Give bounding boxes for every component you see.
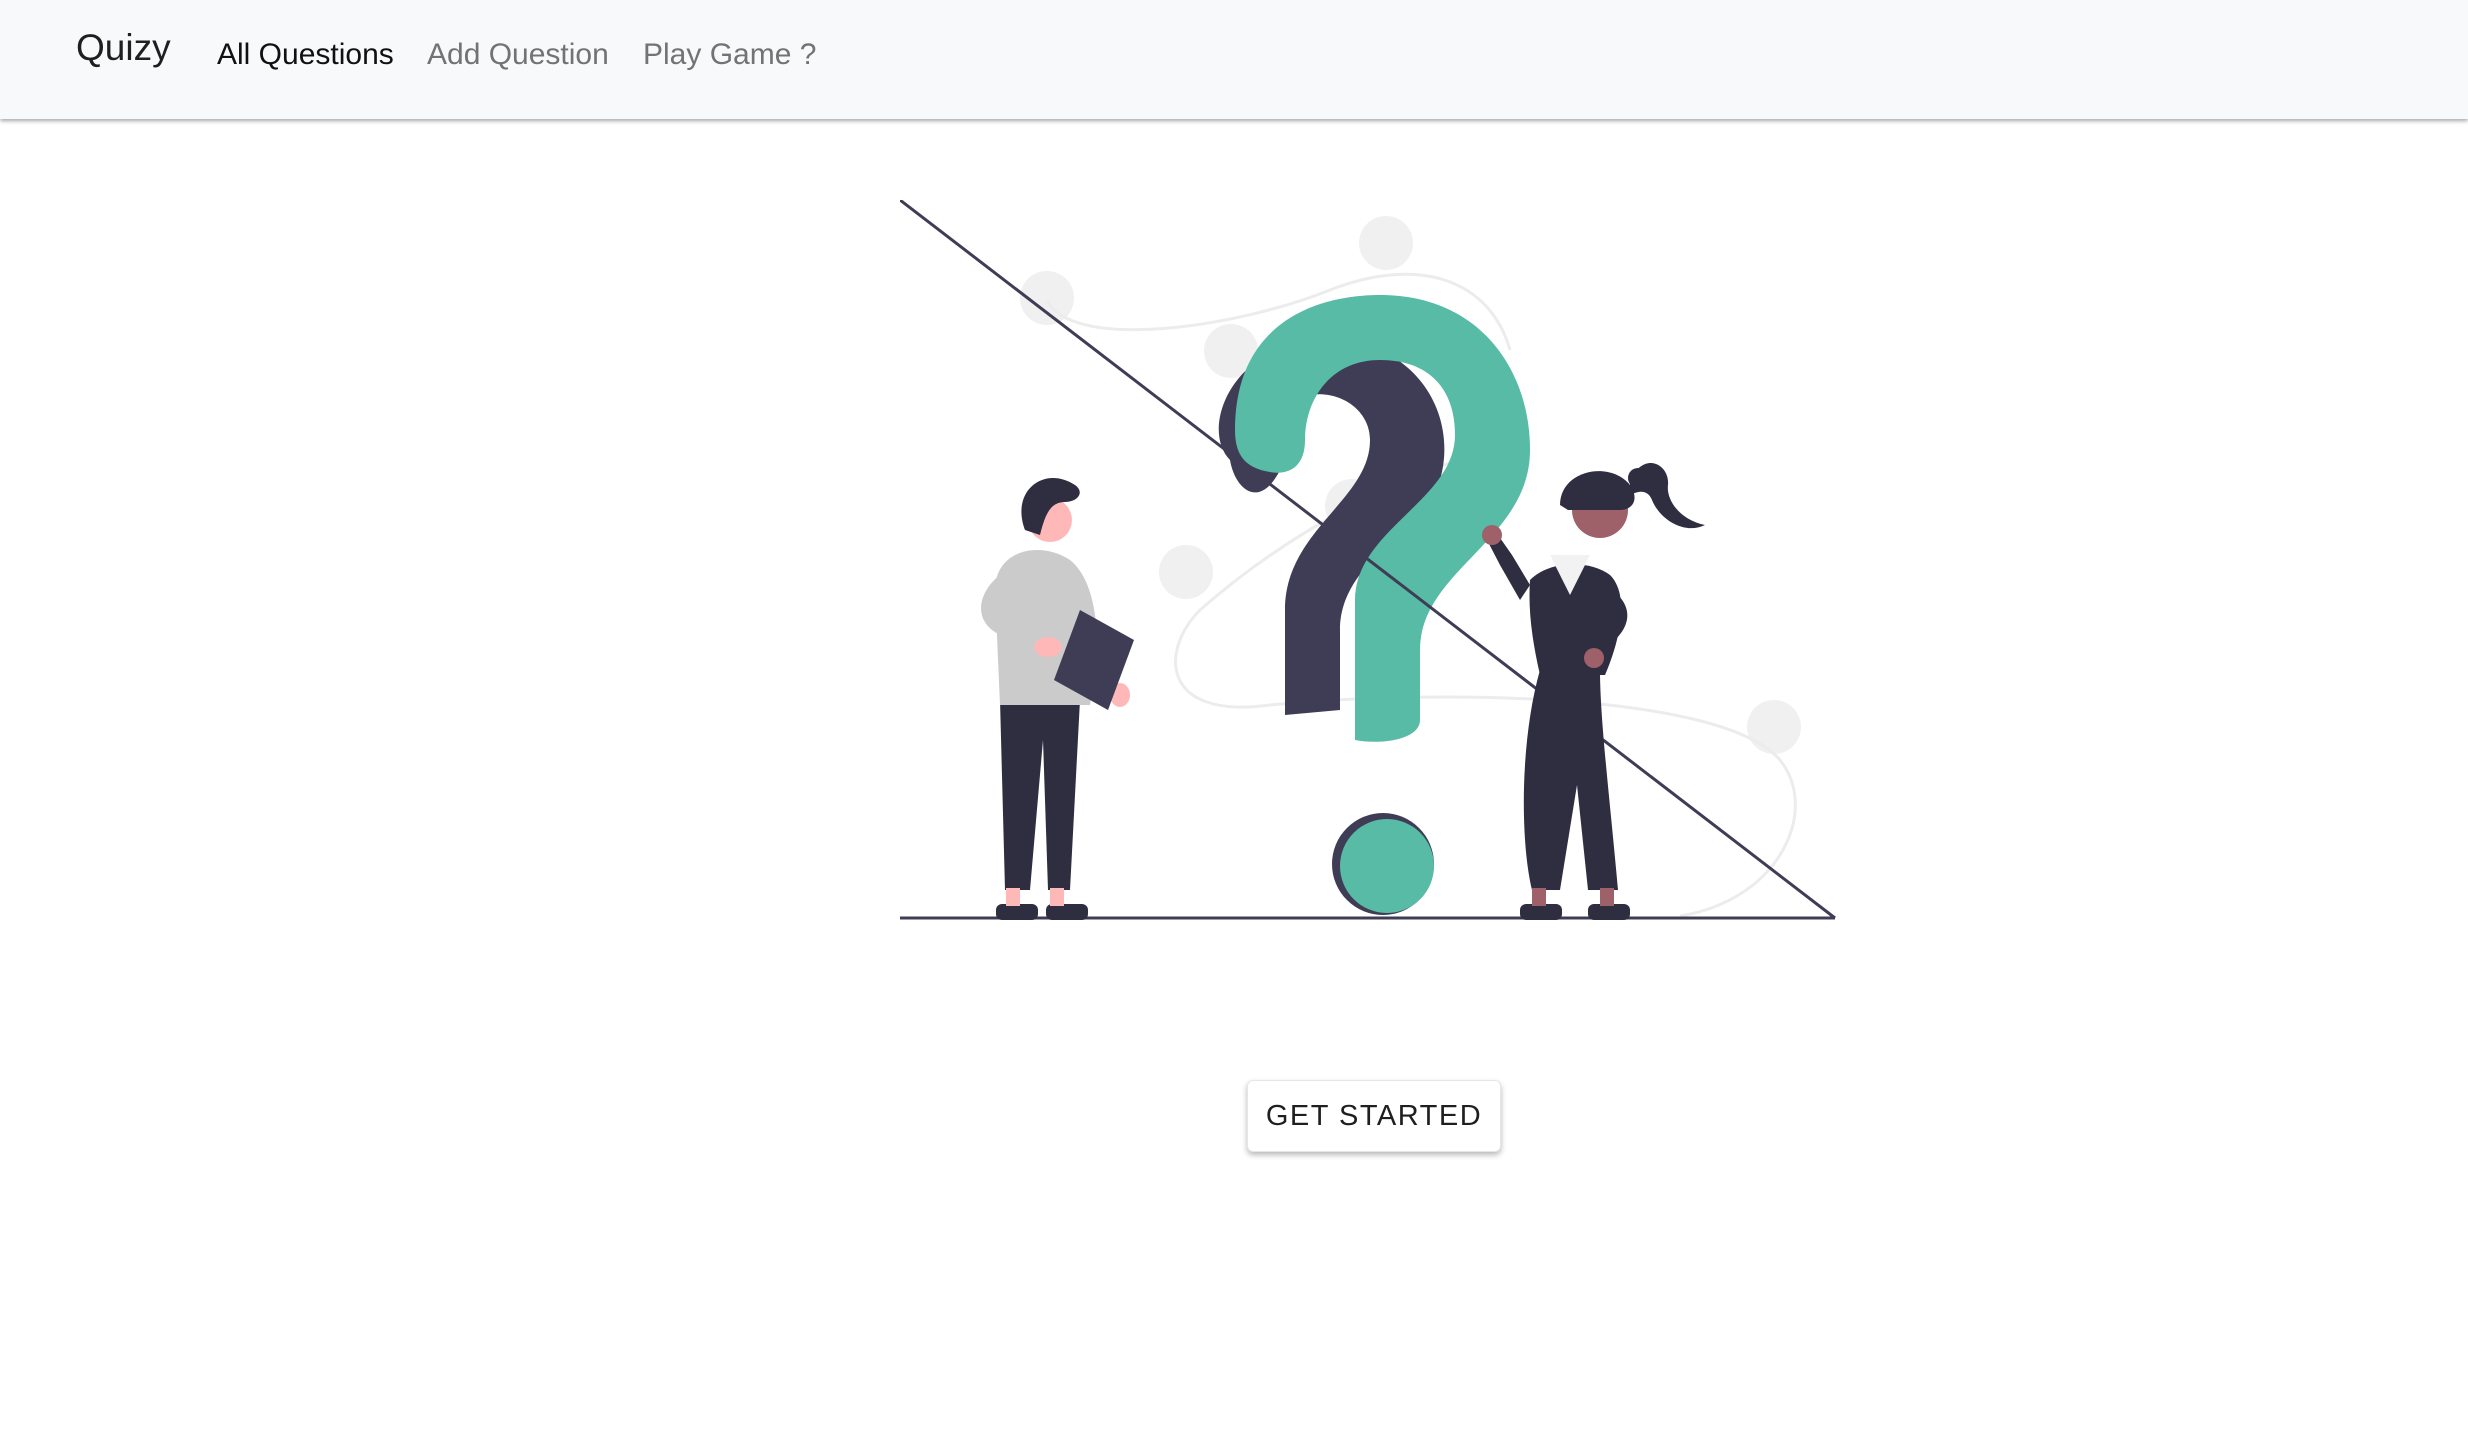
get-started-button[interactable]: GET STARTED [1247, 1080, 1501, 1152]
top-navbar: Quizy All Questions Add Question Play Ga… [0, 0, 2468, 119]
nav-play-game[interactable]: Play Game ? [643, 38, 816, 72]
woman-figure [1482, 463, 1705, 920]
nav-all-questions[interactable]: All Questions [217, 38, 394, 72]
nav-add-question[interactable]: Add Question [427, 38, 609, 72]
brand-logo[interactable]: Quizy [76, 27, 171, 69]
man-figure [981, 477, 1134, 920]
question-mark-people-illustration [900, 200, 1836, 920]
